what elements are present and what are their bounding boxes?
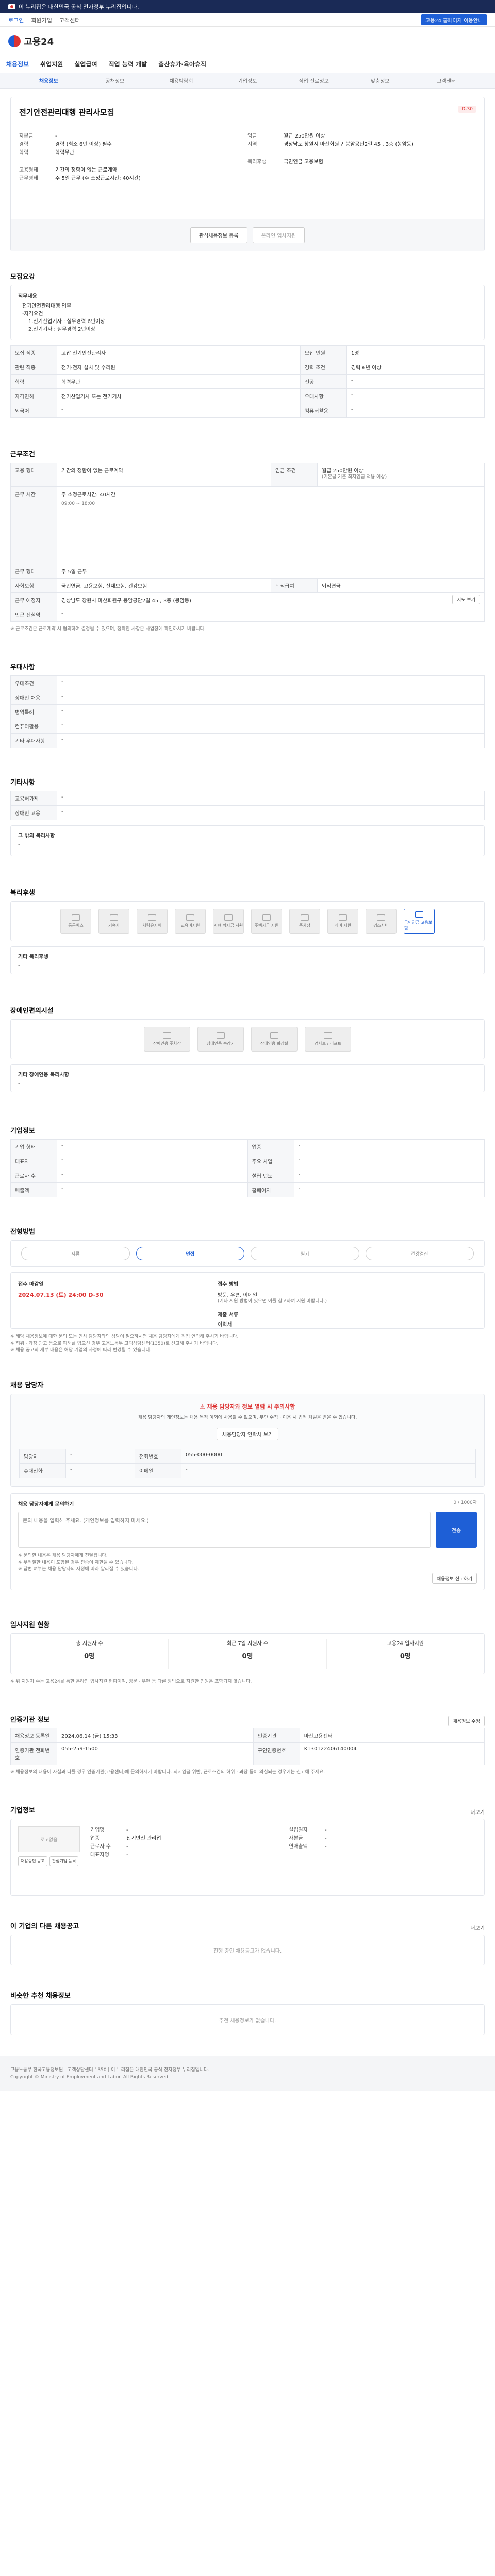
same-company-section: 이 기업의 다른 채용공고 더보기 진행 중인 채용공고가 없습니다. [10, 1921, 485, 1965]
nav-support[interactable]: 취업지원 [40, 60, 63, 69]
welfare-section: 복리후생 통근버스 기숙사 차량유지비 교육비지원 자녀 학자금 지원 주택자금… [10, 887, 485, 974]
official-text: 이 누리집은 대한민국 공식 전자정부 누리집입니다. [19, 4, 139, 10]
etc-section: 기타사항 고용허가제 - 장애인 고용 - 그 밖의 복리사항 - [10, 777, 485, 856]
stat-card: 총 지원자 수 0명 [11, 1639, 169, 1669]
login-link[interactable]: 로그인 [8, 16, 24, 24]
subnav-6[interactable]: 고객센터 [413, 77, 480, 84]
contact-section: 채용 담당자 ⚠ 채용 담당자와 정보 열람 시 주의사항 채용 담당자의 개인… [10, 1380, 485, 1590]
warning-icon: ⚠ [200, 1403, 205, 1410]
map-button[interactable]: 지도 보기 [452, 595, 480, 604]
subnav-1[interactable]: 공채정보 [82, 77, 148, 84]
edit-job-button[interactable]: 채용정보 수정 [448, 1716, 485, 1726]
same-company-more[interactable]: 더보기 [470, 1924, 485, 1931]
gift-icon [377, 914, 385, 921]
process-steps: 서류 면접 필기 건강검진 [21, 1247, 474, 1260]
facility-tile: 경사로 / 리프트 [305, 1027, 351, 1052]
insurance-icon [415, 911, 423, 918]
gov-banner: 이 누리집은 대한민국 공식 전자정부 누리집입니다. [0, 0, 495, 13]
agency-section: 인증기관 정보 채용정보 수정 채용정보 등록일 2024.06.14 (금) 1… [10, 1714, 485, 1776]
job-title: 전기안전관리대행 관리사모집 [19, 108, 114, 117]
stat-card: 고용24 입사지원 0명 [387, 1641, 424, 1660]
welfare-tile: 주택자금 지원 [251, 909, 282, 934]
welfare-tile: 차량유지비 [137, 909, 168, 934]
step-2: 필기 [251, 1247, 359, 1260]
subnav-0[interactable]: 채용정보 [15, 77, 82, 84]
corp-more-link[interactable]: 더보기 [470, 1808, 485, 1816]
dday-badge: D-30 [458, 106, 476, 113]
show-contact-button[interactable]: 채용담당자 연락처 보기 [216, 1428, 279, 1440]
company-info-section: 기업정보 기업 형태 - 업종 - 대표자 - 주요 사업 - 근로자 수 - 설립 년도 - 매… [10, 1125, 485, 1197]
ramp-icon [324, 1032, 332, 1039]
nav-leave[interactable]: 출산휴가·육아휴직 [158, 60, 206, 69]
work-section: 근무조건 고용 형태 기간의 정함이 없는 근로계약 임금 조건 월급 250만원… [10, 449, 485, 633]
step-0: 서류 [21, 1247, 130, 1260]
welfare-tile: 경조사비 [366, 909, 397, 934]
report-button[interactable]: 채용정보 신고하기 [432, 1573, 477, 1584]
step-1: 면접 [136, 1247, 244, 1260]
welfare-tile: 기숙사 [98, 909, 129, 934]
work-table: 고용 형태 기간의 정함이 없는 근로계약 임금 조건 월급 250만원 이상 (기… [10, 463, 485, 622]
similar-section: 비슷한 추천 채용정보 추천 채용정보가 없습니다. [10, 1990, 485, 2035]
job-summary: 전기안전관리대행 관리사모집 D-30 자본금 - 경력 경력 (최소 6년 이상)… [10, 97, 485, 251]
corp-section: 기업정보 더보기 로고없음 채용중인 공고 관심기업 등록 기업명 - 업종 전기안… [10, 1805, 485, 1896]
help-link[interactable]: 고객센터 [59, 16, 80, 24]
inquiry-textarea[interactable] [18, 1512, 431, 1548]
prefer-section: 우대사항 우대조건 - 장애인 채용 - 병역특례 - 컴퓨터활용 - 기타 우대사항 - [10, 662, 485, 748]
bus-icon [72, 914, 80, 921]
bed-icon [110, 914, 118, 921]
util-bar: 로그인 회원가입 고객센터 고용24 홈페이지 이용안내 [0, 13, 495, 27]
welfare-tile: 교육비지원 [175, 909, 206, 934]
flag-icon [8, 4, 15, 9]
recruit-title: 모집요강 [10, 273, 35, 281]
parking-icon [301, 914, 309, 921]
subnav-3[interactable]: 기업정보 [214, 77, 281, 84]
corp-logo: 로고없음 [18, 1826, 80, 1852]
welfare-tile-active: 국민연금 고용보험 [404, 909, 435, 934]
recruit-table: 모집 직종 고압 전기안전관리자 모집 인원 1명 관련 직종 전기·전자 설치 및 수… [10, 345, 485, 418]
cap-icon [224, 914, 233, 921]
disabled-section: 장애인편의시설 장애인용 주차장 장애인용 승강기 장애인용 화장실 경사로 /… [10, 1005, 485, 1092]
follow-corp-button[interactable]: 관심기업 등록 [49, 1856, 79, 1866]
parking-icon [163, 1032, 171, 1039]
duty-text: 전기안전관리대행 업무 -자격요건 1.전기산업기사 : 실무경력 6년이상 2… [22, 303, 105, 332]
subnav-5[interactable]: 맞춤정보 [347, 77, 414, 84]
send-button[interactable]: 전송 [436, 1512, 477, 1548]
toilet-icon [270, 1032, 278, 1039]
subnav-4[interactable]: 직업·진로정보 [280, 77, 347, 84]
facility-tile: 장애인용 주차장 [144, 1027, 190, 1052]
stat-card: 최근 7일 지원자 수 0명 [169, 1639, 327, 1669]
nav-training[interactable]: 직업 능력 개발 [109, 60, 147, 69]
welfare-tile: 식비 지원 [327, 909, 358, 934]
apply-status-section: 입사지원 현황 총 지원자 수 0명 최근 7일 지원자 수 0명 고용24 입사지… [10, 1619, 485, 1685]
facility-tile: 장애인용 화장실 [251, 1027, 298, 1052]
recruit-section: 모집요강 직무내용 전기안전관리대행 업무 -자격요건 1.전기산업기사 : 실… [10, 271, 485, 418]
scrap-button[interactable]: 관심채용정보 등록 [190, 227, 248, 243]
book-icon [186, 914, 194, 921]
car-icon [148, 914, 156, 921]
work-location: 경상남도 창원시 마산회원구 봉암공단2길 45 , 3층 (봉암동) [61, 598, 191, 604]
signup-link[interactable]: 회원가입 [31, 16, 52, 24]
guide-button[interactable]: 고용24 홈페이지 이용안내 [421, 14, 487, 25]
deadline: 2024.07.13 (토) 24:00 D-30 [18, 1292, 104, 1298]
meal-icon [339, 914, 347, 921]
subnav-2[interactable]: 채용박람회 [148, 77, 214, 84]
welfare-tile: 자녀 학자금 지원 [213, 909, 244, 934]
corp-jobs-button[interactable]: 채용중인 공고 [18, 1856, 47, 1866]
welfare-tile: 통근버스 [60, 909, 91, 934]
main-nav: 채용정보 취업지원 실업급여 직업 능력 개발 출산휴가·육아휴직 [0, 56, 495, 73]
elevator-icon [217, 1032, 225, 1039]
welfare-tile: 주차장 [289, 909, 320, 934]
house-icon [262, 914, 271, 921]
footer: 고용노동부 한국고용정보원 | 고객상담센터 1350 | 이 누리집은 대한민… [0, 2056, 495, 2091]
nav-jobs[interactable]: 채용정보 [6, 60, 29, 69]
process-section: 전형방법 서류 면접 필기 건강검진 접수 마감일 2024.07.13 (토)… [10, 1226, 485, 1354]
logo[interactable]: 고용24 [8, 35, 54, 48]
apply-button[interactable]: 온라인 입사지원 [252, 227, 305, 243]
step-3: 건강검진 [365, 1247, 474, 1260]
header: 고용24 [0, 27, 495, 56]
facility-tile: 장애인용 승강기 [197, 1027, 244, 1052]
logo-icon [8, 35, 21, 47]
sub-nav: 채용정보 공채정보 채용박람회 기업정보 직업·진로정보 맞춤정보 고객센터 [0, 73, 495, 89]
nav-unemployment[interactable]: 실업급여 [74, 60, 97, 69]
